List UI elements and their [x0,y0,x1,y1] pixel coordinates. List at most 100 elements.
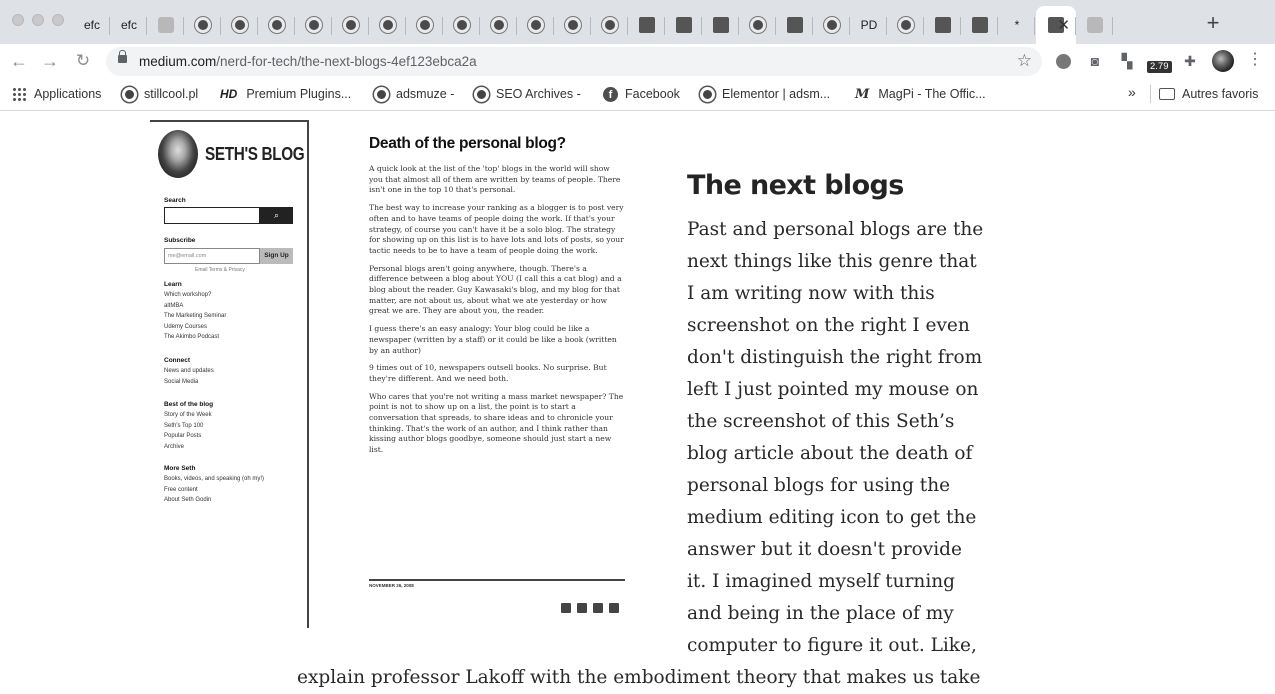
browser-tab-16[interactable] [629,6,665,44]
other-bookmarks-folder[interactable]: Autres favoris [1159,85,1258,103]
url-text[interactable]: medium.com/nerd-for-tech/the-next-blogs-… [139,54,477,69]
tab-separator [294,17,295,35]
lock-icon [118,50,127,63]
browser-tab-27[interactable]: ✕ [1036,6,1076,44]
embedded-paragraph: I guess there's an easy analogy: Your bl… [369,324,617,355]
browser-tab-13[interactable] [518,6,554,44]
back-button[interactable]: ← [8,51,30,71]
facebook-icon: f [603,86,618,102]
globe-icon [374,86,389,102]
embedded-screenshot[interactable]: SETH'S BLOG Search ⌕ Subscribe me@email.… [150,120,628,628]
bookmark-6[interactable]: f Facebook [603,85,680,103]
bookmarks-overflow-button[interactable]: » [1128,84,1136,100]
tab-favicon-icon [972,17,988,33]
close-tab-icon[interactable]: ✕ [1057,16,1070,34]
camera-extension-icon[interactable]: ◙ [1086,52,1104,70]
tab-separator [886,17,887,35]
minimize-window-button[interactable] [32,14,44,26]
magpi-icon: M [855,86,870,102]
reload-button[interactable]: ↻ [72,51,94,71]
tab-favicon-icon [639,17,655,33]
bookmark-2[interactable]: stillcool.pl [122,85,198,103]
menu-kebab-icon[interactable]: ⋮ [1247,50,1263,70]
browser-tab-2[interactable]: efc [111,6,147,44]
browser-tab-20[interactable] [777,6,813,44]
new-tab-button[interactable]: + [1200,10,1226,36]
twitter-share-icon [577,603,587,613]
sidebar-link: The Marketing Seminar [164,313,227,319]
browser-tab-26[interactable]: * [999,6,1035,44]
zoom-window-button[interactable] [52,14,64,26]
browser-tab-8[interactable] [333,6,369,44]
browser-tab-22[interactable]: PD [851,6,887,44]
tab-separator [997,17,998,35]
bookmark-8[interactable]: M MagPi - The Offic... [855,85,986,103]
bookmark-star-icon[interactable]: ☆ [1017,51,1032,71]
sidebar-section-title: Connect [164,357,190,364]
grammarly-extension-icon[interactable] [1054,52,1072,70]
tab-favicon-icon [491,17,507,33]
bookmark-3[interactable]: HD Premium Plugins... [220,85,351,103]
browser-tab-21[interactable] [814,6,850,44]
tab-favicon-icon [1087,17,1103,33]
tab-separator [479,17,480,35]
tab-separator [1034,17,1035,35]
sidebar-section-title: Best of the blog [164,401,214,408]
browser-tab-17[interactable] [666,6,702,44]
bookmark-4[interactable]: adsmuze - [374,85,454,103]
tab-favicon-icon [824,17,840,33]
browser-tab-5[interactable] [222,6,258,44]
bookmark-1[interactable]: Applications [12,85,101,103]
globe-icon [474,86,489,102]
profile-avatar[interactable] [1212,50,1234,72]
browser-tab-19[interactable] [740,6,776,44]
puzzle-extensions-icon[interactable]: ✚ [1181,52,1199,70]
paint-extension-icon[interactable]: ▚ [1118,52,1136,70]
browser-tab-3[interactable] [148,6,184,44]
browser-tab-18[interactable] [703,6,739,44]
browser-tab-12[interactable] [481,6,517,44]
close-window-button[interactable] [12,14,24,26]
bookmark-label: MagPi - The Offic... [878,87,986,101]
tab-separator [738,17,739,35]
browser-tab-11[interactable] [444,6,480,44]
sidebar-link: altMBA [164,302,184,309]
link-share-icon [609,603,619,613]
browser-tab-10[interactable] [407,6,443,44]
browser-tab-4[interactable] [185,6,221,44]
article-date: NOVEMBER 26, 2008 [369,583,414,588]
tab-label: efc [120,18,137,32]
browser-tab-15[interactable] [592,6,628,44]
tab-favicon-icon [750,17,766,33]
bookmark-5[interactable]: SEO Archives - [474,85,581,103]
browser-tab-14[interactable] [555,6,591,44]
sidebar-link: Archive [164,443,185,450]
search-icon: ⌕ [260,207,293,224]
browser-tab-25[interactable] [962,6,998,44]
browser-tab-23[interactable] [888,6,924,44]
browser-tab-9[interactable] [370,6,406,44]
sidebar-link: About Seth Godin [164,497,212,503]
article-footer-rule [369,579,625,581]
address-bar[interactable]: medium.com/nerd-for-tech/the-next-blogs-… [106,47,1042,76]
browser-tab-6[interactable] [259,6,295,44]
folder-icon [1159,88,1175,100]
browser-tab-24[interactable] [925,6,961,44]
forward-button[interactable]: → [39,51,61,71]
tab-favicon-icon [158,17,174,33]
facebook-share-icon [561,603,571,613]
browser-tab-28[interactable] [1077,6,1113,44]
sign-up-button: Sign Up [260,248,293,264]
bookmark-7[interactable]: Elementor | adsm... [700,85,830,103]
embedded-paragraph: Who cares that you're not writing a mass… [369,391,624,455]
blog-search-input [164,207,260,224]
tab-separator [257,17,258,35]
browser-tab-1[interactable]: efc [74,6,110,44]
browser-tab-7[interactable] [296,6,332,44]
tab-separator [775,17,776,35]
tab-favicon-icon [528,17,544,33]
tab-separator [960,17,961,35]
tab-separator [923,17,924,35]
tab-separator [183,17,184,35]
bookmark-label: Facebook [625,87,680,101]
